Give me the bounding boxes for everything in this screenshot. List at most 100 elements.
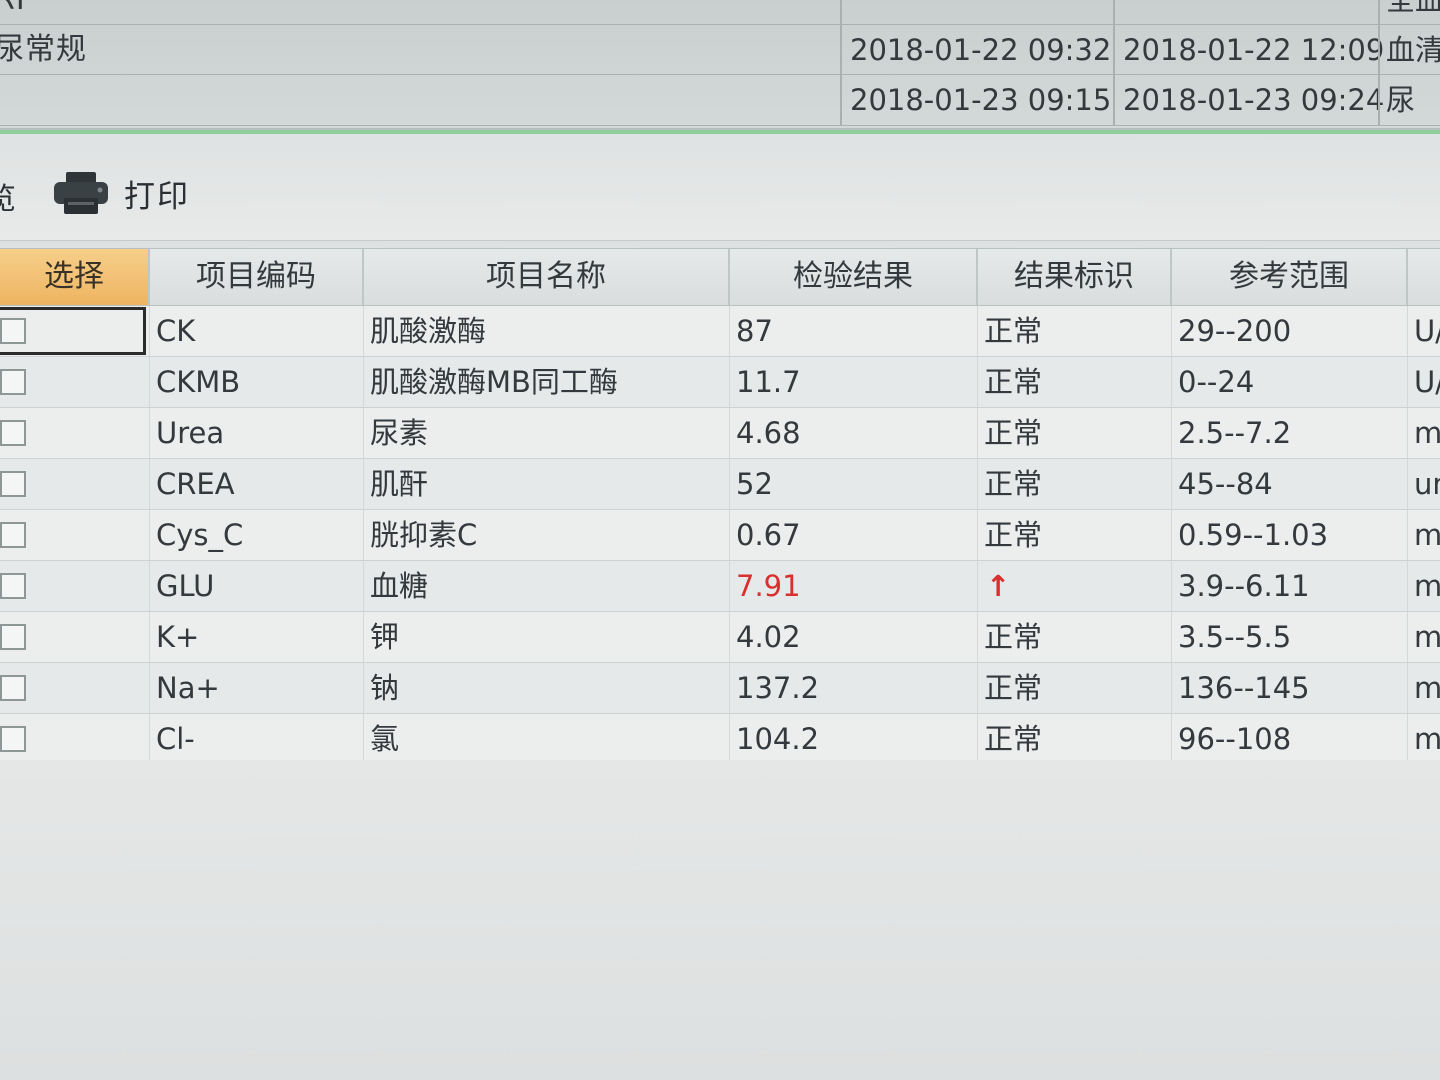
- item-code: CKMB: [150, 357, 364, 407]
- order-row[interactable]: RP 全血: [0, 0, 1440, 25]
- table-row[interactable]: Cl- 氯 104.2 正常 96--108 mn: [0, 714, 1440, 765]
- order-sample-type: 尿: [1378, 75, 1440, 125]
- print-button[interactable]: 打印: [52, 170, 190, 216]
- results-grid: 选择 项目编码 项目名称 检验结果 结果标识 参考范围 CK 肌酸激酶 87 正…: [0, 248, 1440, 765]
- row-checkbox[interactable]: [0, 624, 26, 650]
- item-flag: 正常: [978, 357, 1172, 407]
- item-code: Cl-: [150, 714, 364, 764]
- item-unit: U/: [1414, 314, 1440, 348]
- item-unit: mn: [1414, 620, 1440, 654]
- item-flag: 正常: [978, 612, 1172, 662]
- item-result: 52: [730, 459, 978, 509]
- order-time-collected: 2018-01-23 09:15: [840, 75, 1120, 125]
- item-code: GLU: [150, 561, 364, 611]
- item-unit: mn: [1414, 722, 1440, 756]
- item-name: 氯: [364, 714, 730, 764]
- item-unit: U/: [1414, 365, 1440, 399]
- table-row[interactable]: K+ 钾 4.02 正常 3.5--5.5 mn: [0, 612, 1440, 663]
- table-row[interactable]: Cys_C 胱抑素C 0.67 正常 0.59--1.03 mg: [0, 510, 1440, 561]
- preview-button[interactable]: 览: [0, 174, 26, 218]
- item-unit: mn: [1414, 671, 1440, 705]
- table-row[interactable]: CK 肌酸激酶 87 正常 29--200 U/: [0, 306, 1440, 357]
- item-range: 29--200: [1172, 306, 1408, 356]
- order-time-collected: [840, 0, 1120, 25]
- order-row[interactable]: 2018-01-23 09:15 2018-01-23 09:24 尿: [0, 74, 1440, 126]
- row-checkbox[interactable]: [0, 318, 26, 344]
- order-name: RP: [0, 0, 294, 25]
- table-row[interactable]: GLU 血糖 7.91 ↑ 3.9--6.11 mr: [0, 561, 1440, 612]
- row-select-cell[interactable]: [0, 357, 150, 407]
- row-checkbox[interactable]: [0, 471, 26, 497]
- row-select-cell[interactable]: [0, 561, 150, 611]
- item-name: 肌酸激酶: [364, 306, 730, 356]
- column-header-select[interactable]: 选择: [0, 249, 150, 305]
- grid-empty-area: [0, 760, 1440, 1080]
- item-code: Cys_C: [150, 510, 364, 560]
- column-header-range[interactable]: 参考范围: [1172, 249, 1408, 305]
- item-code: CREA: [150, 459, 364, 509]
- row-select-cell[interactable]: [0, 306, 150, 356]
- row-checkbox[interactable]: [0, 726, 26, 752]
- item-result: 11.7: [730, 357, 978, 407]
- row-checkbox[interactable]: [0, 420, 26, 446]
- item-result: 7.91: [730, 561, 978, 611]
- table-row[interactable]: Urea 尿素 4.68 正常 2.5--7.2 mı: [0, 408, 1440, 459]
- row-select-cell[interactable]: [0, 714, 150, 764]
- row-checkbox[interactable]: [0, 573, 26, 599]
- item-name: 肌酸激酶MB同工酶: [364, 357, 730, 407]
- row-select-cell[interactable]: [0, 663, 150, 713]
- item-name: 肌酐: [364, 459, 730, 509]
- item-range: 96--108: [1172, 714, 1408, 764]
- item-range: 3.9--6.11: [1172, 561, 1408, 611]
- item-result: 0.67: [730, 510, 978, 560]
- item-code: CK: [150, 306, 364, 356]
- item-code: K+: [150, 612, 364, 662]
- item-code: Na+: [150, 663, 364, 713]
- toolbar: 览 打印: [0, 134, 1440, 241]
- item-result: 137.2: [730, 663, 978, 713]
- order-row[interactable]: 尿常规 2018-01-22 09:32 2018-01-22 12:09 血清: [0, 24, 1440, 75]
- order-sample-type: 血清: [1378, 25, 1440, 75]
- item-result: 104.2: [730, 714, 978, 764]
- item-range: 136--145: [1172, 663, 1408, 713]
- item-range: 45--84: [1172, 459, 1408, 509]
- item-range: 0--24: [1172, 357, 1408, 407]
- order-time-reported: [1113, 0, 1385, 25]
- item-range: 2.5--7.2: [1172, 408, 1408, 458]
- item-flag: 正常: [978, 306, 1172, 356]
- item-unit: mg: [1414, 518, 1440, 552]
- row-select-cell[interactable]: [0, 408, 150, 458]
- item-flag: 正常: [978, 663, 1172, 713]
- grid-header: 选择 项目编码 项目名称 检验结果 结果标识 参考范围: [0, 248, 1440, 306]
- item-unit: mı: [1414, 416, 1440, 450]
- item-flag: 正常: [978, 510, 1172, 560]
- table-row[interactable]: CREA 肌酐 52 正常 45--84 un: [0, 459, 1440, 510]
- print-label: 打印: [124, 178, 190, 215]
- order-name: [0, 75, 294, 125]
- column-header-flag[interactable]: 结果标识: [978, 249, 1172, 305]
- item-result: 87: [730, 306, 978, 356]
- row-checkbox[interactable]: [0, 522, 26, 548]
- row-select-cell[interactable]: [0, 459, 150, 509]
- item-flag: 正常: [978, 459, 1172, 509]
- table-row[interactable]: Na+ 钠 137.2 正常 136--145 mn: [0, 663, 1440, 714]
- column-header-code[interactable]: 项目编码: [150, 249, 364, 305]
- order-sample-type: 全血: [1378, 0, 1440, 25]
- item-flag: 正常: [978, 714, 1172, 764]
- table-row[interactable]: CKMB 肌酸激酶MB同工酶 11.7 正常 0--24 U/: [0, 357, 1440, 408]
- item-name: 钾: [364, 612, 730, 662]
- row-select-cell[interactable]: [0, 612, 150, 662]
- row-checkbox[interactable]: [0, 369, 26, 395]
- row-checkbox[interactable]: [0, 675, 26, 701]
- item-unit: mr: [1414, 569, 1440, 603]
- item-code: Urea: [150, 408, 364, 458]
- order-time-collected: 2018-01-22 09:32: [840, 25, 1120, 75]
- column-header-result[interactable]: 检验结果: [730, 249, 978, 305]
- item-flag: 正常: [978, 408, 1172, 458]
- grid-body: CK 肌酸激酶 87 正常 29--200 U/ CKMB 肌酸激酶MB同工酶 …: [0, 306, 1440, 765]
- column-header-name[interactable]: 项目名称: [364, 249, 730, 305]
- item-name: 尿素: [364, 408, 730, 458]
- printer-icon: [52, 170, 110, 216]
- row-select-cell[interactable]: [0, 510, 150, 560]
- column-header-unit[interactable]: [1408, 249, 1440, 305]
